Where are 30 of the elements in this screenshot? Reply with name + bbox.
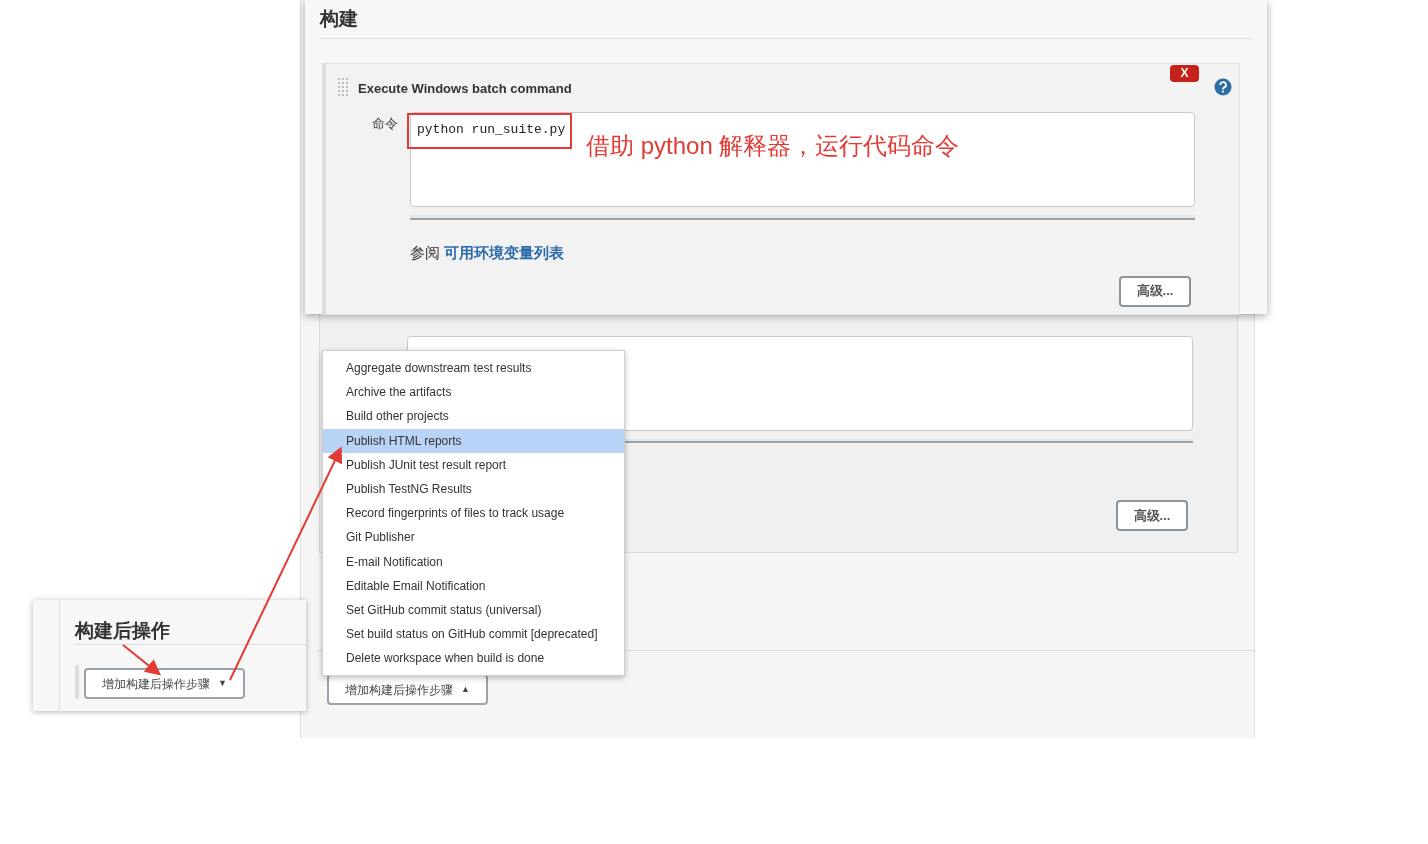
resize-bar[interactable] [410,214,1195,220]
menu-item[interactable]: E-mail Notification [323,549,624,574]
command-text: python run_suite.py [417,120,566,139]
section-heading: 构建 [320,7,359,31]
menu-item[interactable]: Set GitHub commit status (universal) [323,597,624,623]
command-textarea[interactable] [410,111,1195,207]
menu-item[interactable]: Git Publisher [323,525,624,550]
menu-item[interactable]: Set build status on GitHub commit [deprecated] [323,622,624,647]
drag-handle-icon[interactable] [338,77,348,96]
menu-item[interactable]: Publish JUnit test result report [323,452,624,477]
advanced-button[interactable]: 高级... [1116,500,1188,531]
delete-button[interactable]: X [1170,64,1199,82]
menu-item[interactable]: Delete workspace when build is done [323,646,624,671]
step-title: Execute Windows batch command [358,79,572,98]
see-also-label: 参阅 [410,242,440,263]
menu-item[interactable]: Build other projects [323,404,624,429]
annotation-text: 借助 python 解释器，运行代码命令 [586,130,960,161]
add-post-build-step-button[interactable]: 增加构建后操作步骤 ▲ [327,674,488,705]
command-label: 命令 [372,114,398,133]
menu-item[interactable]: Publish TestNG Results [323,476,624,502]
menu-item[interactable]: Editable Email Notification [323,573,624,598]
menu-item[interactable]: Record fingerprints of files to track usage [323,501,624,526]
menu-item[interactable]: Archive the artifacts [323,380,624,405]
add-post-build-step-button[interactable]: 增加构建后操作步骤 ▼ [84,668,245,699]
help-icon[interactable] [1214,77,1232,96]
advanced-button[interactable]: 高级... [1119,275,1191,307]
menu-item[interactable]: Publish HTML reports [323,428,624,453]
menu-item[interactable]: Aggregate downstream test results [323,356,624,381]
env-variables-link[interactable]: 可用环境变量列表 [444,241,564,264]
section-heading: 构建后操作 [75,619,170,643]
